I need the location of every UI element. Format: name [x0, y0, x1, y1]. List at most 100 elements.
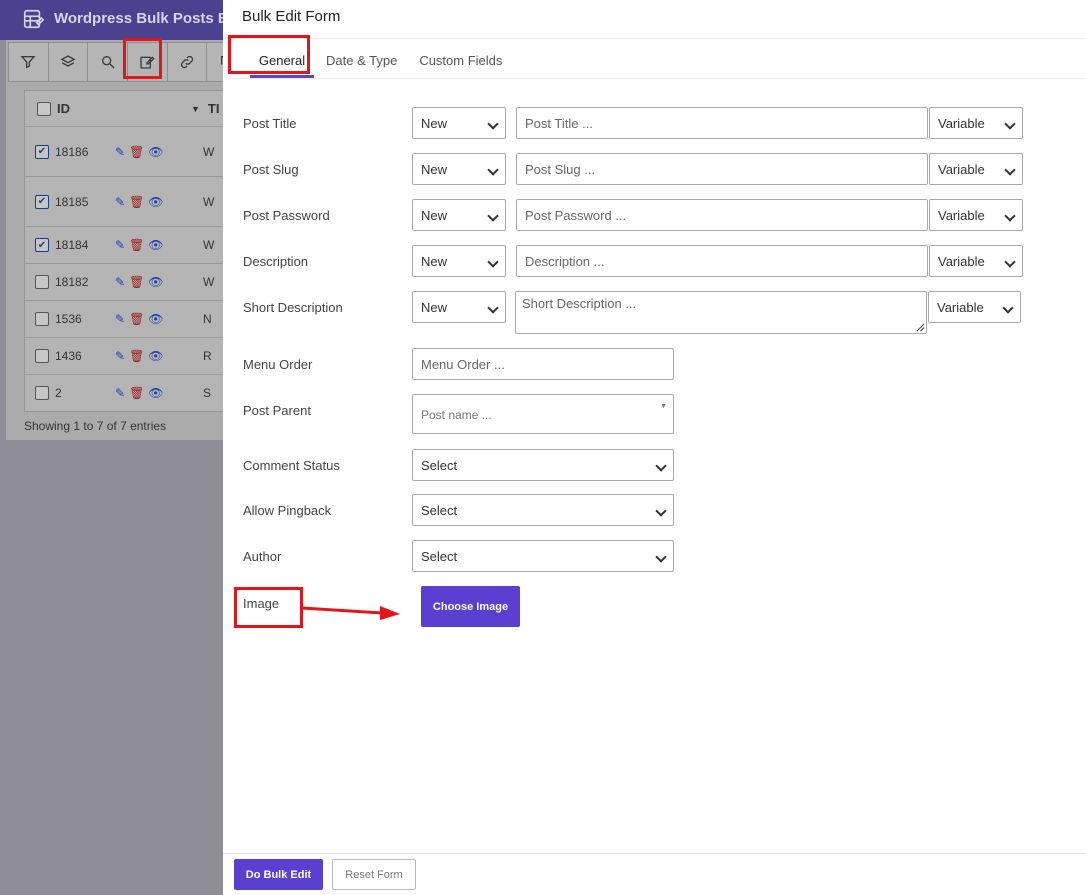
table-row: 18182 ✎ 🗑 👁 W — [25, 264, 253, 301]
eye-icon[interactable]: 👁 — [148, 238, 163, 252]
post-password-variable-select[interactable]: Variable — [929, 199, 1023, 231]
short-description-variable-select[interactable]: Variable — [928, 291, 1021, 323]
select-value: Variable — [938, 208, 985, 223]
link-button[interactable] — [168, 43, 208, 81]
post-slug-variable-select[interactable]: Variable — [929, 153, 1023, 185]
short-description-mode-select[interactable]: New — [412, 291, 506, 323]
table-row: 1536 ✎ 🗑 👁 N — [25, 301, 253, 338]
image-label: Image — [243, 596, 280, 611]
menu-order-label: Menu Order — [243, 357, 313, 372]
pencil-icon[interactable]: ✎ — [115, 195, 125, 209]
short-description-label: Short Description — [243, 300, 343, 315]
eye-icon[interactable]: 👁 — [148, 145, 163, 159]
comment-status-select[interactable]: Select — [412, 449, 674, 481]
trash-icon[interactable]: 🗑 — [129, 275, 144, 289]
author-label: Author — [243, 549, 282, 564]
row-checkbox[interactable] — [35, 275, 49, 289]
do-bulk-edit-button[interactable]: Do Bulk Edit — [234, 859, 323, 890]
allow-pingback-label: Allow Pingback — [243, 503, 332, 518]
title-column-header[interactable]: TI — [208, 101, 220, 116]
post-parent-select[interactable]: Post name ... ▼ — [412, 394, 674, 434]
row-checkbox[interactable] — [35, 386, 49, 400]
row-checkbox[interactable]: ✔ — [35, 194, 49, 209]
row-id: 1436 — [55, 349, 82, 363]
filter-icon — [20, 56, 36, 69]
link-icon — [180, 55, 194, 69]
layers-button[interactable] — [49, 43, 89, 81]
tab-date-type[interactable]: Date & Type — [326, 40, 397, 78]
chevron-down-icon — [1004, 210, 1016, 222]
tab-general[interactable]: General — [250, 40, 314, 78]
short-description-wrap — [515, 291, 927, 334]
chevron-down-icon — [655, 460, 667, 472]
reset-form-button[interactable]: Reset Form — [332, 859, 416, 890]
filter-button[interactable] — [9, 43, 49, 81]
search-button[interactable] — [88, 43, 129, 81]
post-parent-label: Post Parent — [243, 403, 311, 418]
select-value: Variable — [938, 116, 985, 131]
post-title-variable-select[interactable]: Variable — [929, 107, 1023, 139]
app-title: Wordpress Bulk Posts Ed — [54, 10, 238, 27]
divider — [223, 853, 1086, 854]
pencil-icon[interactable]: ✎ — [115, 312, 125, 326]
tab-custom-fields[interactable]: Custom Fields — [419, 40, 502, 78]
trash-icon[interactable]: 🗑 — [129, 145, 144, 159]
description-input[interactable] — [516, 245, 928, 277]
chevron-down-icon — [1004, 118, 1016, 130]
eye-icon[interactable]: 👁 — [148, 349, 163, 363]
resize-handle-icon[interactable] — [916, 323, 925, 332]
trash-icon[interactable]: 🗑 — [129, 386, 144, 400]
trash-icon[interactable]: 🗑 — [129, 195, 144, 209]
table-row: ✔ 18184 ✎ 🗑 👁 W — [25, 227, 253, 264]
eye-icon[interactable]: 👁 — [148, 312, 163, 326]
chevron-down-icon — [487, 302, 499, 314]
pencil-icon[interactable]: ✎ — [115, 275, 125, 289]
row-checkbox[interactable] — [35, 312, 49, 326]
trash-icon[interactable]: 🗑 — [129, 349, 144, 363]
select-all-checkbox[interactable] — [37, 101, 51, 116]
trash-icon[interactable]: 🗑 — [129, 238, 144, 252]
post-title-label: Post Title — [243, 116, 297, 131]
post-slug-input[interactable] — [516, 153, 928, 185]
app-logo-icon — [23, 9, 44, 29]
description-variable-select[interactable]: Variable — [929, 245, 1023, 277]
post-password-input[interactable] — [516, 199, 928, 231]
row-id: 18186 — [55, 144, 89, 159]
post-title-mode-select[interactable]: New — [412, 107, 506, 139]
annotation-arrow-icon — [301, 606, 400, 620]
pencil-icon[interactable]: ✎ — [115, 386, 125, 400]
row-title: S — [203, 386, 212, 400]
short-description-textarea[interactable] — [515, 291, 927, 334]
post-slug-mode-select[interactable]: New — [412, 153, 506, 185]
panel-title: Bulk Edit Form — [242, 8, 341, 25]
row-checkbox[interactable]: ✔ — [35, 238, 49, 252]
eye-icon[interactable]: 👁 — [148, 195, 163, 209]
row-id: 18182 — [55, 275, 89, 289]
table-header: ID ▼ TI — [25, 91, 253, 127]
chevron-down-icon — [487, 164, 499, 176]
row-id: 18185 — [55, 194, 89, 209]
trash-icon[interactable]: 🗑 — [129, 312, 144, 326]
eye-icon[interactable]: 👁 — [148, 386, 163, 400]
pencil-icon[interactable]: ✎ — [115, 349, 125, 363]
chevron-down-icon — [655, 505, 667, 517]
chevron-down-icon — [1004, 164, 1016, 176]
row-checkbox[interactable]: ✔ — [35, 144, 49, 159]
pencil-icon[interactable]: ✎ — [115, 238, 125, 252]
author-select[interactable]: Select — [412, 540, 674, 572]
allow-pingback-select[interactable]: Select — [412, 494, 674, 526]
pencil-icon[interactable]: ✎ — [115, 145, 125, 159]
select-value: Variable — [938, 254, 985, 269]
post-password-mode-select[interactable]: New — [412, 199, 506, 231]
layers-icon — [60, 55, 76, 67]
row-title: R — [203, 349, 212, 363]
select-value: Select — [421, 458, 458, 473]
description-mode-select[interactable]: New — [412, 245, 506, 277]
row-checkbox[interactable] — [35, 349, 49, 363]
eye-icon[interactable]: 👁 — [148, 275, 163, 289]
bulk-edit-button[interactable] — [128, 43, 168, 81]
id-column-header[interactable]: ID — [57, 101, 191, 116]
post-title-input[interactable] — [516, 107, 928, 139]
menu-order-input[interactable] — [412, 348, 674, 380]
choose-image-button[interactable]: Choose Image — [421, 586, 520, 627]
